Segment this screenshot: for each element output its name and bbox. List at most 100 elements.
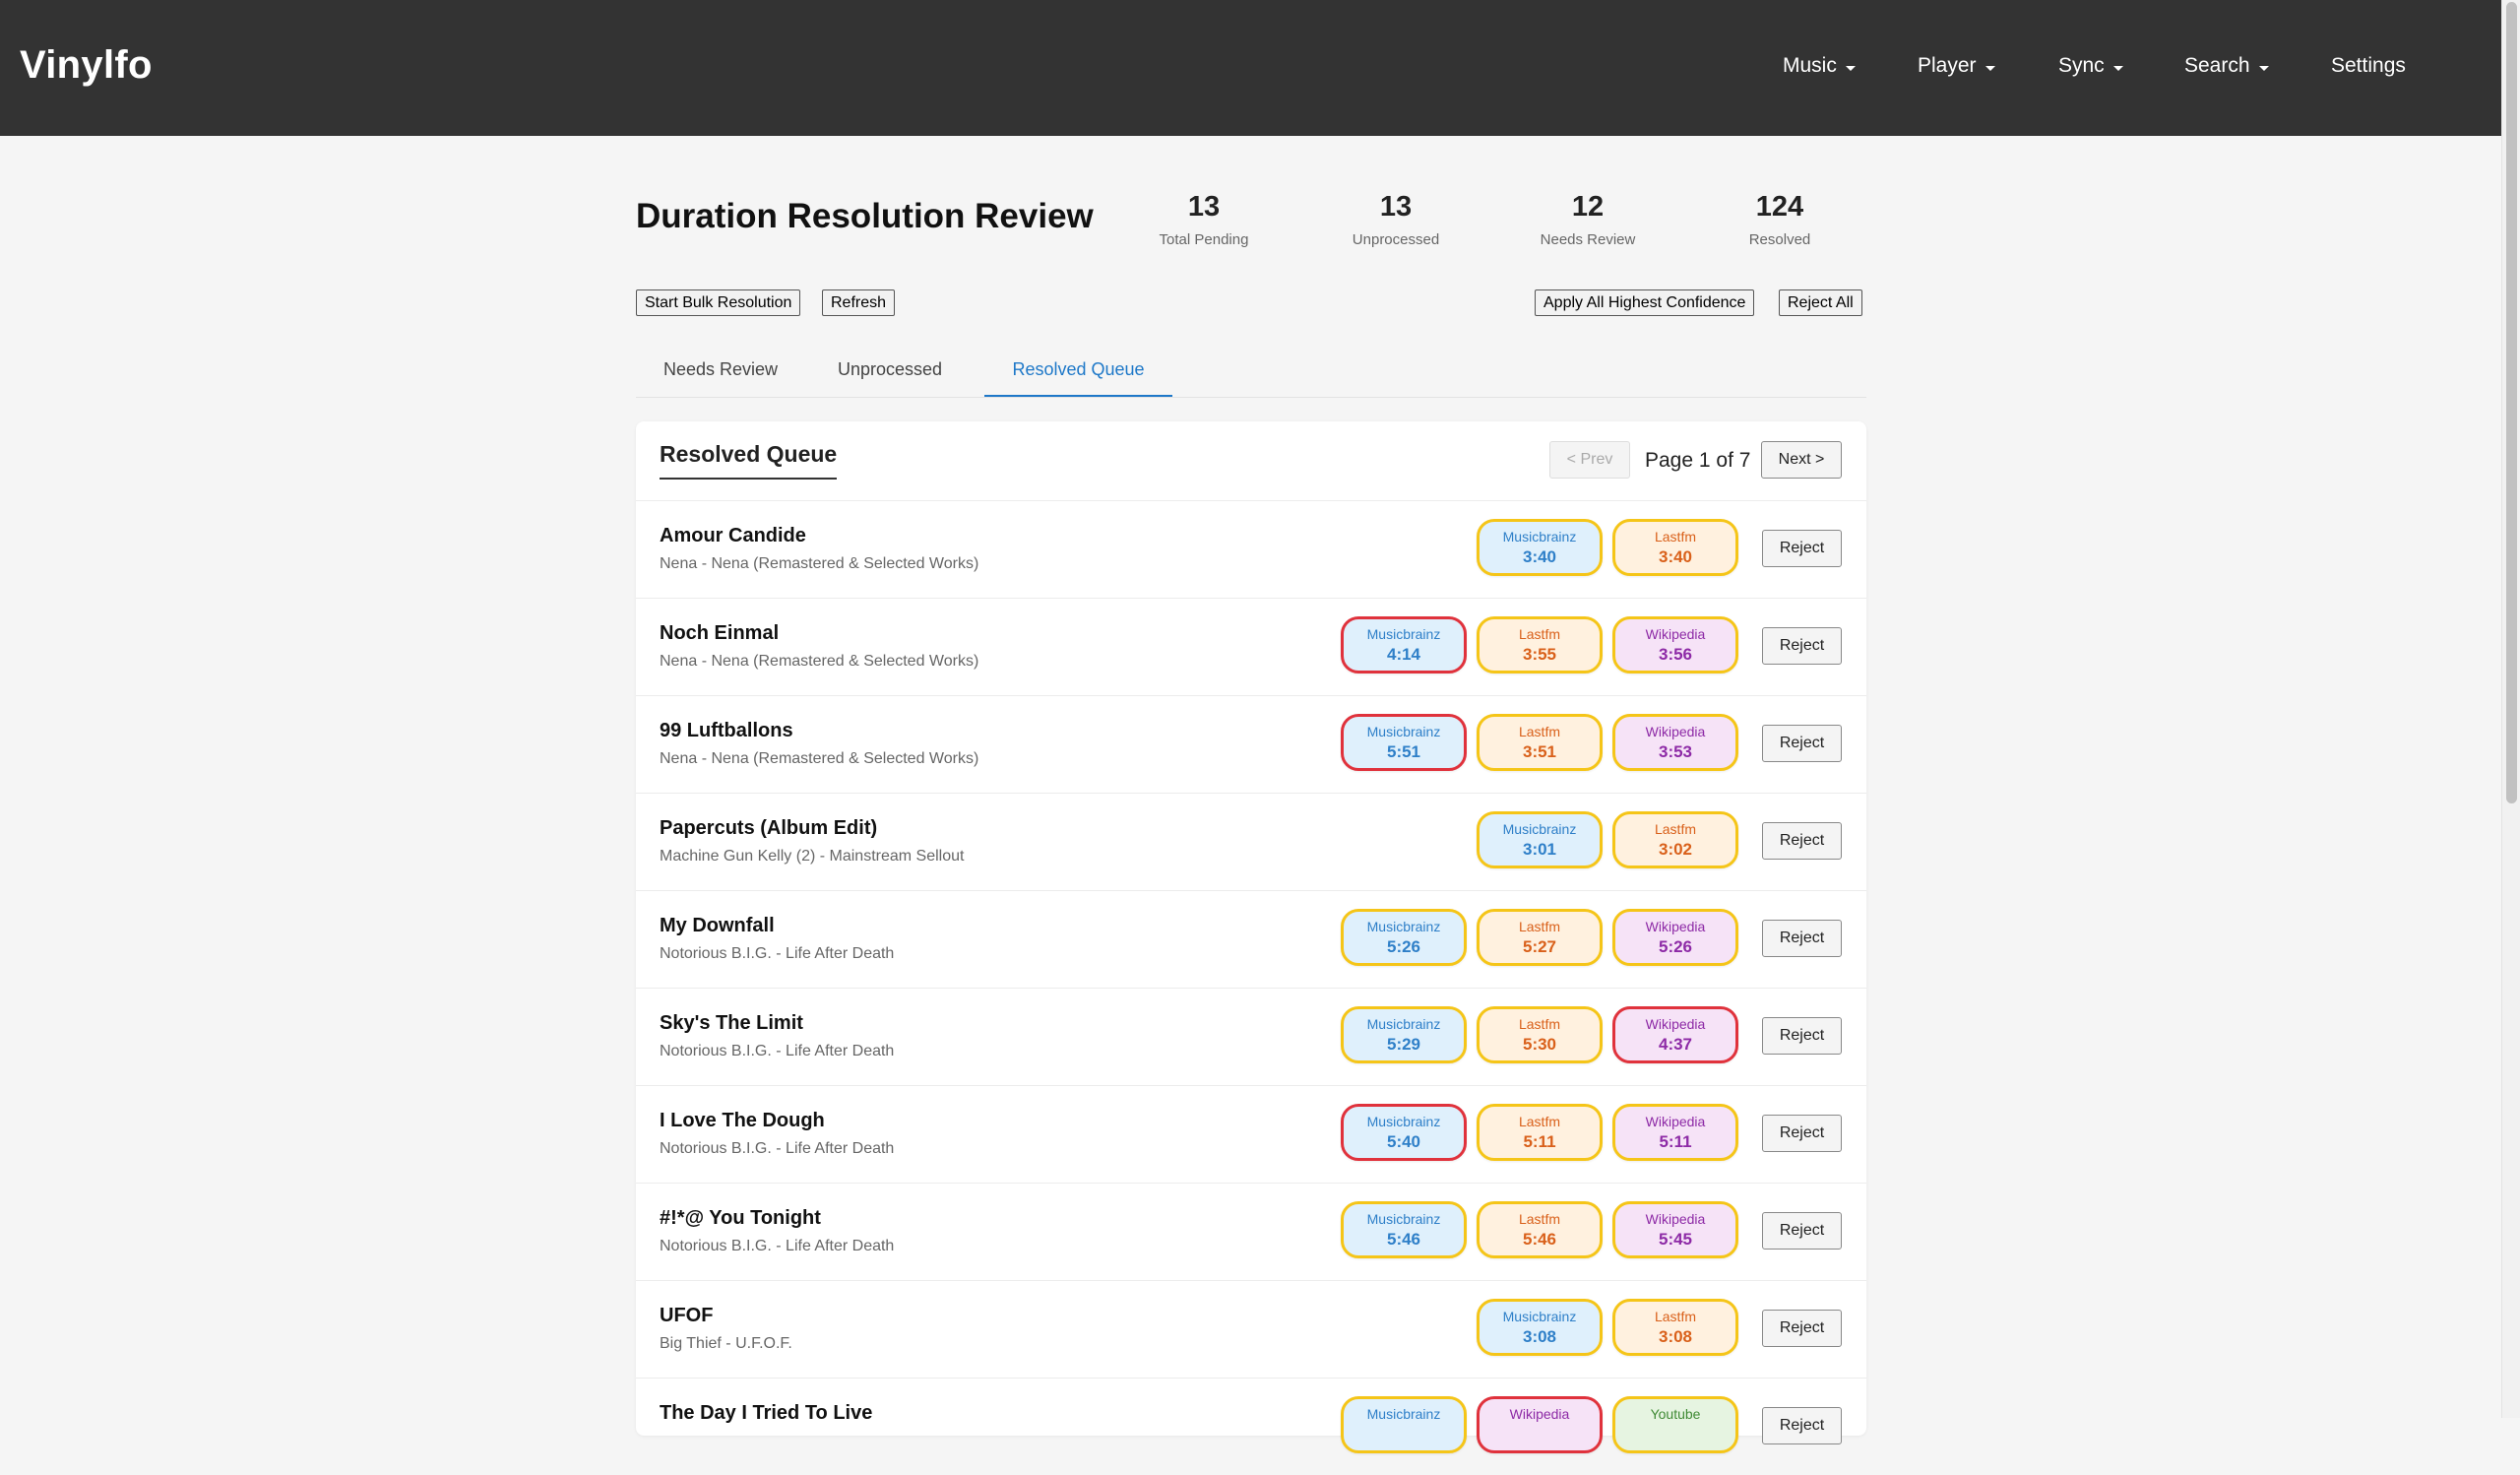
source-musicbrainz-pill[interactable]: Musicbrainz 5:40	[1341, 1104, 1467, 1161]
queue-list: Amour Candide Nena - Nena (Remastered & S…	[636, 500, 1866, 1475]
source-wikipedia-pill[interactable]: Wikipedia 5:26	[1612, 909, 1738, 966]
source-duration: 5:11	[1523, 1132, 1556, 1151]
track-title: The Day I Tried To Live	[660, 1402, 873, 1424]
reject-button[interactable]: Reject	[1762, 1212, 1842, 1250]
source-name: Lastfm	[1654, 821, 1696, 837]
source-musicbrainz-pill[interactable]: Musicbrainz 5:51	[1341, 714, 1467, 771]
source-duration: 4:37	[1658, 1035, 1693, 1054]
source-musicbrainz-pill[interactable]: Musicbrainz 5:26	[1341, 909, 1467, 966]
reject-button[interactable]: Reject	[1762, 530, 1842, 567]
prev-page-button[interactable]: < Prev	[1549, 441, 1630, 479]
queue-row: The Day I Tried To Live Musicbrainz Wikipe…	[636, 1378, 1866, 1475]
source-duration: 3:51	[1522, 742, 1557, 761]
review-tabs: Needs Review Unprocessed Resolved Queue	[636, 343, 1866, 398]
nav-sync-label: Sync	[2058, 54, 2105, 77]
source-wikipedia-pill[interactable]: Wikipedia	[1477, 1396, 1603, 1453]
page-scrollbar[interactable]	[2501, 0, 2520, 1418]
source-musicbrainz-pill[interactable]: Musicbrainz 5:46	[1341, 1201, 1467, 1258]
app-brand[interactable]: Vinylfo	[20, 43, 153, 88]
duration-sources: Musicbrainz 5:40 Lastfm 5:11 Wikipedia 5:11	[1341, 1104, 1738, 1161]
source-name: Lastfm	[1518, 1016, 1560, 1032]
reject-button[interactable]: Reject	[1762, 627, 1842, 665]
duration-sources: Musicbrainz 5:46 Lastfm 5:46 Wikipedia 5:45	[1341, 1201, 1738, 1258]
reject-button[interactable]: Reject	[1762, 1017, 1842, 1055]
stat-label: Resolved	[1748, 231, 1811, 248]
source-name: Wikipedia	[1645, 919, 1706, 934]
queue-row: Papercuts (Album Edit) Machine Gun Kelly …	[636, 793, 1866, 890]
track-title: Papercuts (Album Edit)	[660, 817, 878, 839]
nav-search-menu[interactable]: Search	[2184, 54, 2269, 78]
nav-sync-menu[interactable]: Sync	[2058, 54, 2123, 78]
duration-sources: Musicbrainz 3:01 Lastfm 3:02	[1477, 811, 1738, 868]
queue-row: Noch Einmal Nena - Nena (Remastered & Sel…	[636, 598, 1866, 695]
reject-button[interactable]: Reject	[1762, 1310, 1842, 1347]
source-musicbrainz-pill[interactable]: Musicbrainz 3:08	[1477, 1299, 1603, 1356]
track-artist-album: Nena - Nena (Remastered & Selected Works…	[660, 653, 979, 670]
source-musicbrainz-pill[interactable]: Musicbrainz 3:01	[1477, 811, 1603, 868]
queue-row: UFOF Big Thief - U.F.O.F. Musicbrainz 3:08 L…	[636, 1280, 1866, 1378]
source-name: Musicbrainz	[1366, 919, 1441, 934]
source-youtube-pill[interactable]: Youtube	[1612, 1396, 1738, 1453]
nav-search-label: Search	[2184, 54, 2250, 77]
source-name: Wikipedia	[1645, 724, 1706, 739]
nav-music-menu[interactable]: Music	[1783, 54, 1856, 78]
queue-row: My Downfall Notorious B.I.G. - Life After…	[636, 890, 1866, 988]
source-lastfm-pill[interactable]: Lastfm 3:55	[1477, 616, 1603, 673]
source-lastfm-pill[interactable]: Lastfm 3:08	[1612, 1299, 1738, 1356]
apply-all-highest-confidence-button[interactable]: Apply All Highest Confidence	[1535, 289, 1755, 316]
source-lastfm-pill[interactable]: Lastfm 3:40	[1612, 519, 1738, 576]
source-lastfm-pill[interactable]: Lastfm 5:11	[1477, 1104, 1603, 1161]
source-duration: 3:40	[1522, 547, 1557, 566]
source-musicbrainz-pill[interactable]: Musicbrainz 4:14	[1341, 616, 1467, 673]
source-wikipedia-pill[interactable]: Wikipedia 5:45	[1612, 1201, 1738, 1258]
queue-row: Amour Candide Nena - Nena (Remastered & S…	[636, 500, 1866, 598]
source-name: Lastfm	[1518, 724, 1560, 739]
reject-button[interactable]: Reject	[1762, 822, 1842, 860]
track-artist-album: Notorious B.I.G. - Life After Death	[660, 1238, 895, 1254]
nav-player-menu[interactable]: Player	[1918, 54, 1995, 78]
source-wikipedia-pill[interactable]: Wikipedia 3:53	[1612, 714, 1738, 771]
refresh-button[interactable]: Refresh	[822, 289, 896, 316]
source-musicbrainz-pill[interactable]: Musicbrainz 5:29	[1341, 1006, 1467, 1063]
source-duration: 5:26	[1386, 937, 1421, 956]
stat-total-pending: 13 Total Pending	[1115, 190, 1292, 248]
nav-settings-link[interactable]: Settings	[2331, 54, 2406, 78]
source-name: Musicbrainz	[1502, 821, 1577, 837]
reject-button[interactable]: Reject	[1762, 1115, 1842, 1152]
queue-row: #!*@ You Tonight Notorious B.I.G. - Life …	[636, 1183, 1866, 1280]
source-lastfm-pill[interactable]: Lastfm 3:51	[1477, 714, 1603, 771]
source-duration: 4:14	[1386, 645, 1421, 664]
source-lastfm-pill[interactable]: Lastfm 5:27	[1477, 909, 1603, 966]
reject-button[interactable]: Reject	[1762, 1407, 1842, 1444]
reject-all-button[interactable]: Reject All	[1779, 289, 1862, 316]
track-title: Amour Candide	[660, 525, 806, 546]
source-name: Wikipedia	[1645, 1114, 1706, 1129]
tab-resolved-queue[interactable]: Resolved Queue	[984, 343, 1172, 397]
source-duration: 5:27	[1522, 937, 1557, 956]
source-lastfm-pill[interactable]: Lastfm 3:02	[1612, 811, 1738, 868]
source-name: Youtube	[1650, 1406, 1701, 1422]
start-bulk-resolution-button[interactable]: Start Bulk Resolution	[636, 289, 801, 316]
source-wikipedia-pill[interactable]: Wikipedia 4:37	[1612, 1006, 1738, 1063]
tab-needs-review[interactable]: Needs Review	[636, 343, 805, 397]
source-name: Musicbrainz	[1366, 1406, 1441, 1422]
source-musicbrainz-pill[interactable]: Musicbrainz	[1341, 1396, 1467, 1453]
source-name: Wikipedia	[1645, 1016, 1706, 1032]
source-wikipedia-pill[interactable]: Wikipedia 3:56	[1612, 616, 1738, 673]
source-wikipedia-pill[interactable]: Wikipedia 5:11	[1612, 1104, 1738, 1161]
stat-needs-review: 12 Needs Review	[1499, 190, 1676, 248]
stat-unprocessed: 13 Unprocessed	[1307, 190, 1484, 248]
source-lastfm-pill[interactable]: Lastfm 5:30	[1477, 1006, 1603, 1063]
track-title: My Downfall	[660, 915, 775, 936]
scrollbar-thumb[interactable]	[2506, 2, 2517, 803]
source-lastfm-pill[interactable]: Lastfm 5:46	[1477, 1201, 1603, 1258]
resolved-queue-panel: Resolved Queue < Prev Page 1 of 7 Next >…	[636, 421, 1866, 1453]
source-name: Musicbrainz	[1366, 1114, 1441, 1129]
source-name: Lastfm	[1654, 1309, 1696, 1324]
tab-unprocessed[interactable]: Unprocessed	[805, 343, 975, 397]
source-musicbrainz-pill[interactable]: Musicbrainz 3:40	[1477, 519, 1603, 576]
next-page-button[interactable]: Next >	[1761, 441, 1842, 479]
reject-button[interactable]: Reject	[1762, 920, 1842, 957]
caret-down-icon	[2258, 65, 2269, 71]
reject-button[interactable]: Reject	[1762, 725, 1842, 762]
